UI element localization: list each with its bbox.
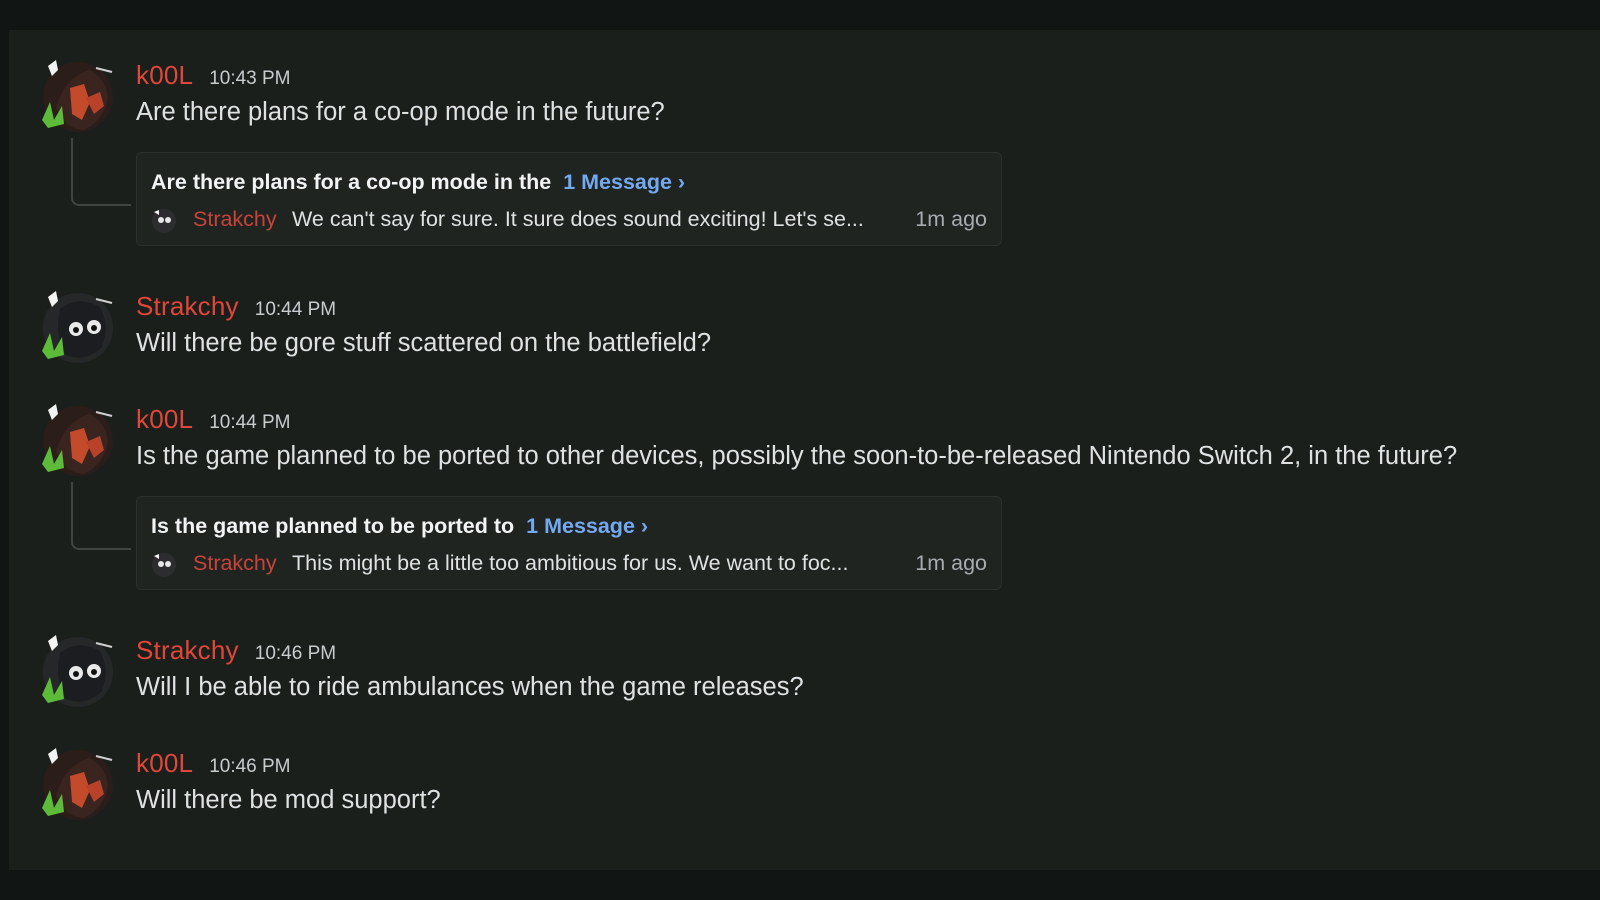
message-header: k00L 10:46 PM <box>136 748 291 779</box>
thread-title: Are there plans for a co-op mode in the 1… <box>151 170 685 195</box>
thread-time-ago: 1m ago <box>915 551 987 575</box>
message-header: Strakchy 10:44 PM <box>136 291 336 322</box>
timestamp[interactable]: 10:44 PM <box>209 412 290 434</box>
thread-last-message: Strakchy This might be a little too ambi… <box>151 549 987 579</box>
message-text: Is the game planned to be ported to othe… <box>136 442 1458 470</box>
thread-title: Is the game planned to be ported to 1 Mes… <box>151 514 648 539</box>
strakchy-avatar-icon[interactable] <box>34 289 116 367</box>
thread-author[interactable]: Strakchy <box>193 551 277 576</box>
timestamp[interactable]: 10:46 PM <box>209 756 290 778</box>
k00l-avatar-icon[interactable] <box>34 746 116 824</box>
thread-title-text: Is the game planned to be ported to <box>151 514 515 538</box>
thread-connector <box>71 482 131 550</box>
message-header: k00L 10:44 PM <box>136 404 291 435</box>
thread-preview-card[interactable]: Are there plans for a co-op mode in the 1… <box>136 152 1002 246</box>
message-text: Are there plans for a co-op mode in the … <box>136 98 665 126</box>
thread-message-count-link[interactable]: 1 Message › <box>563 170 685 194</box>
thread-time-ago: 1m ago <box>915 207 987 231</box>
strakchy-avatar-icon[interactable] <box>34 633 116 711</box>
message-header: Strakchy 10:46 PM <box>136 635 336 666</box>
thread-connector <box>71 138 131 206</box>
message-text: Will there be gore stuff scattered on th… <box>136 329 712 357</box>
chat-panel: k00L 10:43 PM Are there plans for a co-o… <box>9 30 1600 870</box>
thread-preview-text: This might be a little too ambitious for… <box>292 551 849 575</box>
thread-title-text: Are there plans for a co-op mode in the <box>151 170 552 194</box>
author-name[interactable]: k00L <box>136 748 193 779</box>
thread-message-count-link[interactable]: 1 Message › <box>526 514 648 538</box>
timestamp[interactable]: 10:46 PM <box>255 643 336 665</box>
message-text: Will I be able to ride ambulances when t… <box>136 673 804 701</box>
thread-preview-card[interactable]: Is the game planned to be ported to 1 Mes… <box>136 496 1002 590</box>
strakchy-mini-avatar-icon <box>151 552 177 578</box>
timestamp[interactable]: 10:44 PM <box>255 299 336 321</box>
strakchy-mini-avatar-icon <box>151 208 177 234</box>
author-name[interactable]: Strakchy <box>136 291 239 322</box>
timestamp[interactable]: 10:43 PM <box>209 68 290 90</box>
author-name[interactable]: k00L <box>136 404 193 435</box>
author-name[interactable]: Strakchy <box>136 635 239 666</box>
k00l-avatar-icon[interactable] <box>34 58 116 136</box>
thread-author[interactable]: Strakchy <box>193 207 277 232</box>
thread-preview-text: We can't say for sure. It sure does soun… <box>292 207 864 231</box>
message-text: Will there be mod support? <box>136 786 441 814</box>
k00l-avatar-icon[interactable] <box>34 402 116 480</box>
message-header: k00L 10:43 PM <box>136 60 291 91</box>
author-name[interactable]: k00L <box>136 60 193 91</box>
thread-last-message: Strakchy We can't say for sure. It sure … <box>151 205 987 235</box>
